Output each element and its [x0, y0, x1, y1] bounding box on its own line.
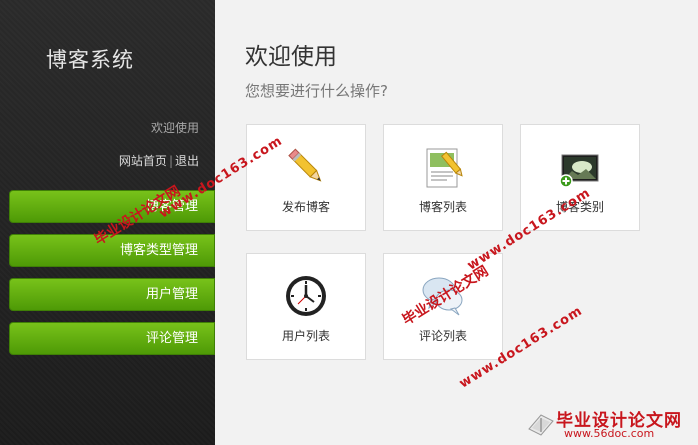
- home-link[interactable]: 网站首页: [119, 154, 167, 168]
- tile-label: 博客列表: [418, 200, 467, 214]
- tile-label: 用户列表: [281, 329, 330, 343]
- logo-url: www.56doc.com: [564, 427, 655, 440]
- sidebar: 博客系统 欢迎使用 网站首页 | 退出 博客管理 博客类型管理 用户管理 评论管理: [0, 0, 215, 445]
- tile-label: 评论列表: [418, 329, 467, 343]
- nav-blog-type-management[interactable]: 博客类型管理: [9, 234, 215, 267]
- nav-comment-management[interactable]: 评论管理: [9, 322, 215, 355]
- page-title: 欢迎使用: [245, 44, 337, 70]
- pencil-icon: [288, 148, 322, 182]
- tile-blog-category[interactable]: 博客类别: [520, 124, 640, 231]
- app-title: 博客系统: [46, 48, 134, 72]
- clock-icon: [286, 276, 326, 316]
- page-subtitle: 您想要进行什么操作?: [245, 82, 388, 100]
- speech-bubbles-icon: [422, 277, 463, 316]
- logout-link[interactable]: 退出: [175, 154, 199, 168]
- nav-user-management[interactable]: 用户管理: [9, 278, 215, 311]
- logo-icon: [528, 414, 554, 436]
- tile-user-list[interactable]: 用户列表: [246, 253, 366, 360]
- document-list-icon: [426, 148, 463, 188]
- tile-publish-blog[interactable]: 发布博客: [246, 124, 366, 231]
- site-logo-watermark: 毕业设计论文网 www.56doc.com: [526, 405, 694, 443]
- tile-label: 博客类别: [555, 200, 604, 214]
- tile-label: 发布博客: [281, 200, 330, 214]
- image-add-icon: [559, 154, 599, 188]
- nav-blog-management[interactable]: 博客管理: [9, 190, 215, 223]
- header-links: 网站首页 | 退出: [119, 152, 199, 169]
- tile-comment-list[interactable]: 评论列表: [383, 253, 503, 360]
- welcome-text: 欢迎使用: [150, 121, 199, 135]
- link-separator: |: [168, 154, 173, 168]
- tile-blog-list[interactable]: 博客列表: [383, 124, 503, 231]
